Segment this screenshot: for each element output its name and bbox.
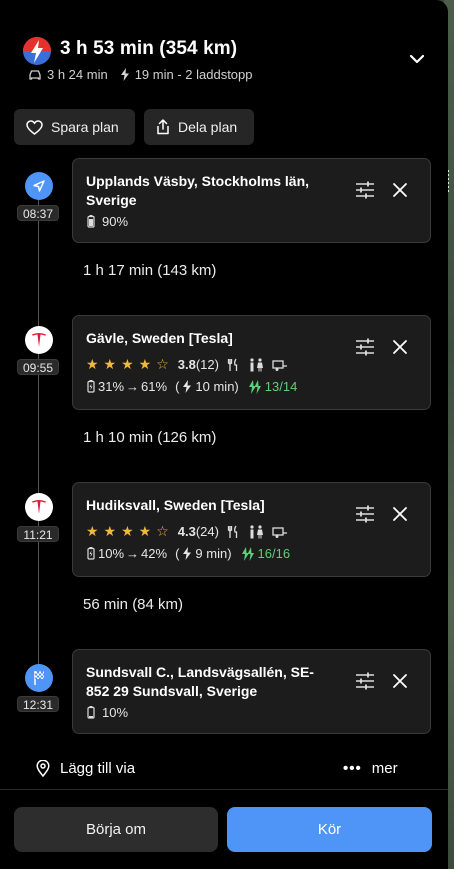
- battery-icon: [87, 215, 95, 228]
- car-icon: [29, 69, 41, 80]
- more-dots-icon: •••: [343, 760, 362, 777]
- restaurant-icon: [227, 358, 238, 371]
- trip-total: 3 h 53 min (354 km): [60, 38, 238, 59]
- close-icon[interactable]: [391, 672, 409, 690]
- arrow-right-icon: →: [126, 546, 140, 561]
- battery-row: 90%: [86, 214, 128, 229]
- charge-from: 31%: [98, 379, 125, 394]
- timeline-line: [38, 200, 39, 678]
- paren-open: (: [175, 546, 180, 561]
- charger-marker: [25, 493, 53, 521]
- stop-time: 12:31: [17, 696, 59, 712]
- stop-name: Upplands Väsby, Stockholms län, Sverige: [86, 173, 310, 208]
- arrow-right-icon: →: [126, 379, 140, 394]
- route-plan-panel: 3 h 53 min (354 km) 3 h 24 min 19 min - …: [0, 0, 448, 869]
- charger-availability-icon: [241, 546, 254, 561]
- stop-card-charger[interactable]: Hudiksvall, Sweden [Tesla] ★★★★☆ 4.3 (24…: [72, 482, 431, 577]
- leg-duration: 1 h 10 min (126 km): [83, 429, 217, 446]
- stop-time: 11:21: [17, 526, 59, 542]
- star-rating: ★★★★☆: [86, 356, 174, 372]
- charge-duration: 10 min): [195, 379, 239, 394]
- stop-name: Sundsvall C., Landsvägsallén, SE-852 29 …: [86, 664, 314, 699]
- stop-card-origin[interactable]: Upplands Väsby, Stockholms län, Sverige …: [72, 158, 431, 243]
- charge-from: 10%: [98, 546, 125, 561]
- battery-charging-icon: [87, 380, 95, 393]
- share-plan-button[interactable]: Dela plan: [144, 109, 254, 145]
- charge-to: 42%: [141, 546, 168, 561]
- battery-row: 10%: [86, 705, 128, 720]
- trailer-icon: [272, 526, 287, 538]
- restroom-icon: [250, 357, 263, 371]
- arrival-battery: 90%: [102, 214, 129, 229]
- battery-icon: [87, 706, 95, 719]
- share-icon: [157, 119, 169, 135]
- charger-marker: [25, 326, 53, 354]
- share-plan-label: Dela plan: [178, 119, 238, 135]
- stop-card-destination[interactable]: Sundsvall C., Landsvägsallén, SE-852 29 …: [72, 649, 431, 734]
- review-count: (12): [195, 357, 219, 372]
- tesla-logo-icon: [32, 500, 46, 514]
- rating-value: 4.3: [177, 524, 196, 539]
- paren-open: (: [175, 379, 180, 394]
- close-icon[interactable]: [391, 181, 409, 199]
- restroom-icon: [250, 524, 263, 538]
- close-icon[interactable]: [391, 505, 409, 523]
- arrival-battery: 10%: [102, 705, 129, 720]
- save-plan-label: Spara plan: [51, 119, 119, 135]
- settings-sliders-icon[interactable]: [355, 505, 375, 523]
- stop-name: Gävle, Sweden [Tesla]: [86, 330, 233, 346]
- leg-duration: 1 h 17 min (143 km): [83, 262, 217, 279]
- lightning-icon: [120, 68, 129, 81]
- rating-value: 3.8: [177, 357, 196, 372]
- close-icon[interactable]: [391, 338, 409, 356]
- save-plan-button[interactable]: Spara plan: [14, 109, 135, 145]
- app-logo-icon: [23, 37, 51, 65]
- battery-charging-icon: [87, 547, 95, 560]
- divider: [0, 789, 448, 790]
- finish-flag-icon: [34, 671, 44, 685]
- lightning-icon: [183, 547, 192, 560]
- charge-row: 31% → 61% ( 10 min) 13/14: [86, 379, 297, 394]
- add-waypoint-button[interactable]: Lägg till via: [36, 760, 135, 777]
- leg-duration: 56 min (84 km): [83, 596, 184, 613]
- more-options-button[interactable]: ••• mer: [343, 760, 398, 777]
- navigation-arrow-icon: [33, 180, 45, 192]
- chevron-down-icon[interactable]: [404, 46, 430, 72]
- trip-breakdown: 3 h 24 min 19 min - 2 laddstopp: [28, 67, 253, 82]
- star-rating: ★★★★☆: [86, 523, 174, 539]
- tesla-logo-icon: [32, 333, 46, 347]
- restaurant-icon: [227, 525, 238, 538]
- settings-sliders-icon[interactable]: [355, 672, 375, 690]
- charge-duration: 9 min): [195, 546, 232, 561]
- stop-name: Hudiksvall, Sweden [Tesla]: [86, 497, 265, 513]
- destination-marker: [25, 664, 53, 692]
- stop-time: 09:55: [17, 359, 59, 375]
- review-count: (24): [195, 524, 219, 539]
- heart-icon: [26, 119, 43, 135]
- lightning-icon: [183, 380, 192, 393]
- settings-sliders-icon[interactable]: [355, 338, 375, 356]
- charger-availability-icon: [248, 379, 261, 394]
- charge-summary: 19 min - 2 laddstopp: [134, 67, 253, 82]
- charger-availability: 13/14: [264, 379, 298, 394]
- origin-marker: [25, 172, 53, 200]
- charge-to: 61%: [141, 379, 168, 394]
- settings-sliders-icon[interactable]: [355, 181, 375, 199]
- more-label: mer: [371, 760, 398, 777]
- stop-time: 08:37: [17, 205, 59, 221]
- add-waypoint-label: Lägg till via: [60, 760, 136, 777]
- drive-time: 3 h 24 min: [47, 67, 108, 82]
- charger-availability: 16/16: [257, 546, 291, 561]
- drive-button[interactable]: Kör: [227, 807, 432, 852]
- start-over-button[interactable]: Börja om: [14, 807, 218, 852]
- rating-row: ★★★★☆ 3.8 (12): [86, 356, 288, 373]
- rating-row: ★★★★☆ 4.3 (24): [86, 523, 288, 540]
- trailer-icon: [272, 359, 287, 371]
- charge-row: 10% → 42% ( 9 min) 16/16: [86, 546, 290, 561]
- location-pin-icon: [36, 760, 50, 777]
- stop-card-charger[interactable]: Gävle, Sweden [Tesla] ★★★★☆ 3.8 (12) 31%…: [72, 315, 431, 410]
